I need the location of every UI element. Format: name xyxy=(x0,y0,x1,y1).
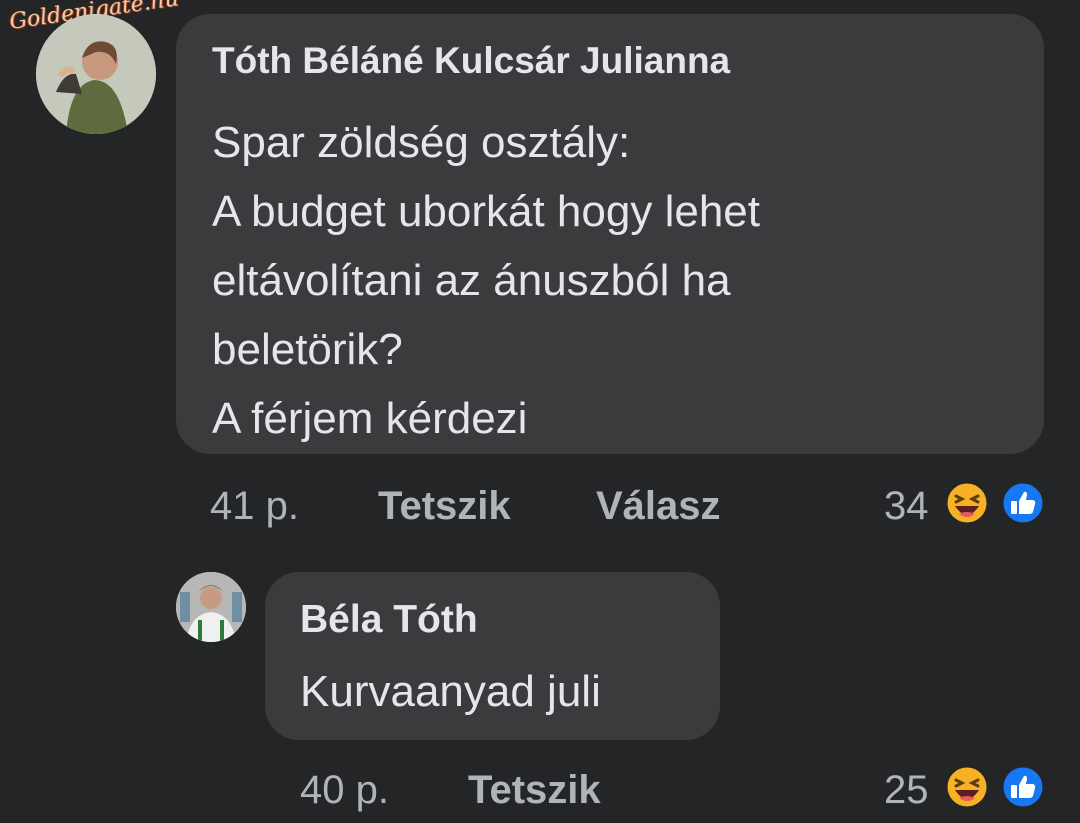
profile-photo xyxy=(176,572,246,642)
comment-author-name[interactable]: Tóth Béláné Kulcsár Julianna xyxy=(212,40,730,82)
profile-photo xyxy=(36,14,156,134)
reply-button[interactable]: Válasz xyxy=(596,484,721,529)
comment-text-line: A férjem kérdezi xyxy=(212,394,528,443)
comment-text-line: Spar zöldség osztály: xyxy=(212,118,631,167)
avatar[interactable] xyxy=(176,572,246,642)
reply-timestamp[interactable]: 40 p. xyxy=(300,768,389,813)
comment-text-line: A budget uborkát hogy lehet xyxy=(212,187,760,236)
reaction-count[interactable]: 34 xyxy=(884,484,929,529)
reaction-count[interactable]: 25 xyxy=(884,768,929,813)
like-icon xyxy=(1000,480,1046,526)
comment-thread: Goldenigate.hu Tóth Béláné Kulcsár Julia… xyxy=(0,0,1080,823)
comment-timestamp[interactable]: 41 p. xyxy=(210,484,299,529)
reply-author-name[interactable]: Béla Tóth xyxy=(300,598,478,642)
haha-icon xyxy=(944,764,990,810)
like-button[interactable]: Tetszik xyxy=(378,484,511,529)
like-icon xyxy=(1000,764,1046,810)
like-button[interactable]: Tetszik xyxy=(468,768,601,813)
comment-text-line: eltávolítani az ánuszból ha xyxy=(212,256,731,305)
comment-text-line: beletörik? xyxy=(212,325,403,374)
comment-text: Spar zöldség osztály: A budget uborkát h… xyxy=(212,108,1022,453)
reply-text: Kurvaanyad juli xyxy=(300,667,601,716)
avatar[interactable] xyxy=(36,14,156,134)
haha-icon xyxy=(944,480,990,526)
